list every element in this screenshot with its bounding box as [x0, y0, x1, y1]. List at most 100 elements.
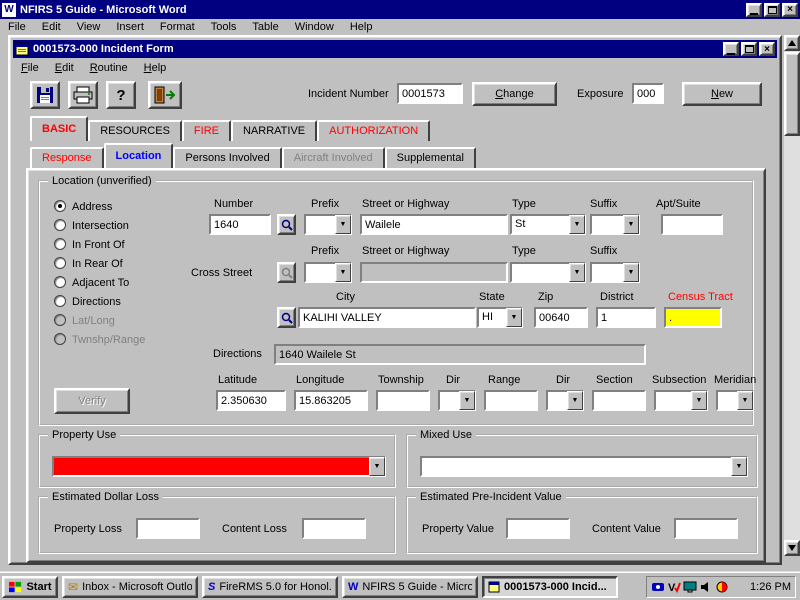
dropdown-arrow-icon[interactable]: ▼ — [737, 391, 753, 410]
scroll-up-button[interactable] — [784, 35, 800, 51]
dropdown-arrow-icon[interactable]: ▼ — [691, 391, 707, 410]
incident-number-field[interactable] — [397, 83, 463, 104]
exposure-field[interactable] — [632, 83, 664, 104]
save-button[interactable] — [30, 81, 60, 109]
print-button[interactable] — [68, 81, 98, 109]
dropdown-arrow-icon[interactable]: ▼ — [369, 457, 385, 476]
dropdown-arrow-icon[interactable]: ▼ — [335, 263, 351, 282]
word-menu-window[interactable]: Window — [287, 19, 342, 36]
dropdown-arrow-icon[interactable]: ▼ — [623, 263, 639, 282]
intersection-radio[interactable] — [54, 219, 66, 231]
word-menu-table[interactable]: Table — [244, 19, 286, 36]
census-tract-input[interactable] — [664, 307, 722, 328]
antivirus-tray-icon[interactable]: V — [667, 580, 681, 594]
property-loss-input[interactable] — [136, 518, 200, 539]
dir1-combo[interactable]: ▼ — [438, 390, 476, 411]
taskbar-task-word[interactable]: W NFIRS 5 Guide - Micro... — [342, 576, 478, 598]
meridian-combo[interactable]: ▼ — [716, 390, 754, 411]
word-menu-file[interactable]: File — [0, 19, 34, 36]
menu-file[interactable]: File — [13, 60, 47, 77]
new-button[interactable]: New — [682, 82, 762, 106]
change-button[interactable]: Change — [472, 82, 557, 106]
dropdown-arrow-icon[interactable]: ▼ — [623, 215, 639, 234]
number-input[interactable] — [209, 214, 271, 235]
word-menu-help[interactable]: Help — [342, 19, 381, 36]
word-menu-view[interactable]: View — [69, 19, 109, 36]
state-combo[interactable]: HI ▼ — [477, 307, 523, 328]
directions-radio[interactable] — [54, 295, 66, 307]
cross-type-combo[interactable]: ▼ — [510, 262, 586, 283]
tab-basic[interactable]: BASIC — [30, 116, 88, 141]
property-use-combo[interactable]: ▼ — [52, 456, 386, 477]
subsection-combo[interactable]: ▼ — [654, 390, 708, 411]
mixed-use-combo[interactable]: ▼ — [420, 456, 748, 477]
tab-narrative[interactable]: NARRATIVE — [231, 120, 317, 141]
district-input[interactable] — [596, 307, 656, 328]
content-loss-input[interactable] — [302, 518, 366, 539]
word-vertical-scrollbar[interactable] — [784, 35, 800, 556]
word-minimize-button[interactable] — [746, 3, 762, 17]
help-button[interactable]: ? — [106, 81, 136, 109]
dropdown-arrow-icon[interactable]: ▼ — [459, 391, 475, 410]
dropdown-arrow-icon[interactable]: ▼ — [569, 263, 585, 282]
start-button[interactable]: Start — [2, 576, 58, 598]
street-search-button[interactable] — [277, 214, 296, 235]
range-input[interactable] — [484, 390, 538, 411]
adjacent-to-radio[interactable] — [54, 276, 66, 288]
tab-persons-involved[interactable]: Persons Involved — [173, 147, 281, 168]
content-value-input[interactable] — [674, 518, 738, 539]
dialog-maximize-button[interactable] — [741, 42, 757, 56]
menu-edit[interactable]: Edit — [47, 60, 82, 77]
scroll-down-button[interactable] — [784, 540, 800, 556]
apt-suite-input[interactable] — [661, 214, 723, 235]
type-combo[interactable]: St ▼ — [510, 214, 586, 235]
latitude-input[interactable] — [216, 390, 286, 411]
city-input[interactable] — [298, 307, 476, 328]
word-menu-tools[interactable]: Tools — [203, 19, 245, 36]
word-menu-insert[interactable]: Insert — [108, 19, 152, 36]
property-value-input[interactable] — [506, 518, 570, 539]
cross-prefix-combo[interactable]: ▼ — [304, 262, 352, 283]
section-input[interactable] — [592, 390, 646, 411]
tab-location[interactable]: Location — [104, 143, 174, 168]
dropdown-arrow-icon[interactable]: ▼ — [569, 215, 585, 234]
dir2-combo[interactable]: ▼ — [546, 390, 584, 411]
dropdown-arrow-icon[interactable]: ▼ — [335, 215, 351, 234]
menu-routine[interactable]: Routine — [82, 60, 136, 77]
dropdown-arrow-icon[interactable]: ▼ — [506, 308, 522, 327]
dialog-minimize-button[interactable] — [723, 42, 739, 56]
word-menu-edit[interactable]: Edit — [34, 19, 69, 36]
street-input[interactable] — [360, 214, 508, 235]
taskbar-task-outlook[interactable]: ✉ Inbox - Microsoft Outlook — [62, 576, 198, 598]
word-close-button[interactable]: × — [782, 3, 798, 17]
network-tray-icon[interactable] — [651, 580, 665, 594]
volume-tray-icon[interactable] — [699, 580, 713, 594]
tab-authorization[interactable]: AUTHORIZATION — [317, 120, 430, 141]
taskbar-task-firerms[interactable]: S FireRMS 5.0 for Honol... — [202, 576, 338, 598]
township-input[interactable] — [376, 390, 430, 411]
menu-help[interactable]: Help — [136, 60, 175, 77]
tab-fire[interactable]: FIRE — [182, 120, 231, 141]
cross-suffix-combo[interactable]: ▼ — [590, 262, 640, 283]
tab-supplemental[interactable]: Supplemental — [385, 147, 476, 168]
tab-response[interactable]: Response — [30, 147, 104, 168]
dropdown-arrow-icon[interactable]: ▼ — [731, 457, 747, 476]
prefix-combo[interactable]: ▼ — [304, 214, 352, 235]
suffix-combo[interactable]: ▼ — [590, 214, 640, 235]
scheduler-tray-icon[interactable] — [715, 580, 729, 594]
dropdown-arrow-icon[interactable]: ▼ — [567, 391, 583, 410]
word-menu-format[interactable]: Format — [152, 19, 203, 36]
city-search-button[interactable] — [277, 307, 296, 328]
dialog-close-button[interactable]: × — [759, 42, 775, 56]
word-maximize-button[interactable] — [764, 3, 780, 17]
in-rear-of-radio[interactable] — [54, 257, 66, 269]
display-tray-icon[interactable] — [683, 580, 697, 594]
taskbar-task-incident-form[interactable]: 0001573-000 Incid... — [482, 576, 618, 598]
address-radio[interactable] — [54, 200, 66, 212]
exit-button[interactable] — [148, 81, 182, 109]
in-front-of-radio[interactable] — [54, 238, 66, 250]
tab-resources[interactable]: RESOURCES — [88, 120, 182, 141]
scroll-thumb[interactable] — [784, 52, 800, 136]
longitude-input[interactable] — [294, 390, 368, 411]
zip-input[interactable] — [534, 307, 588, 328]
